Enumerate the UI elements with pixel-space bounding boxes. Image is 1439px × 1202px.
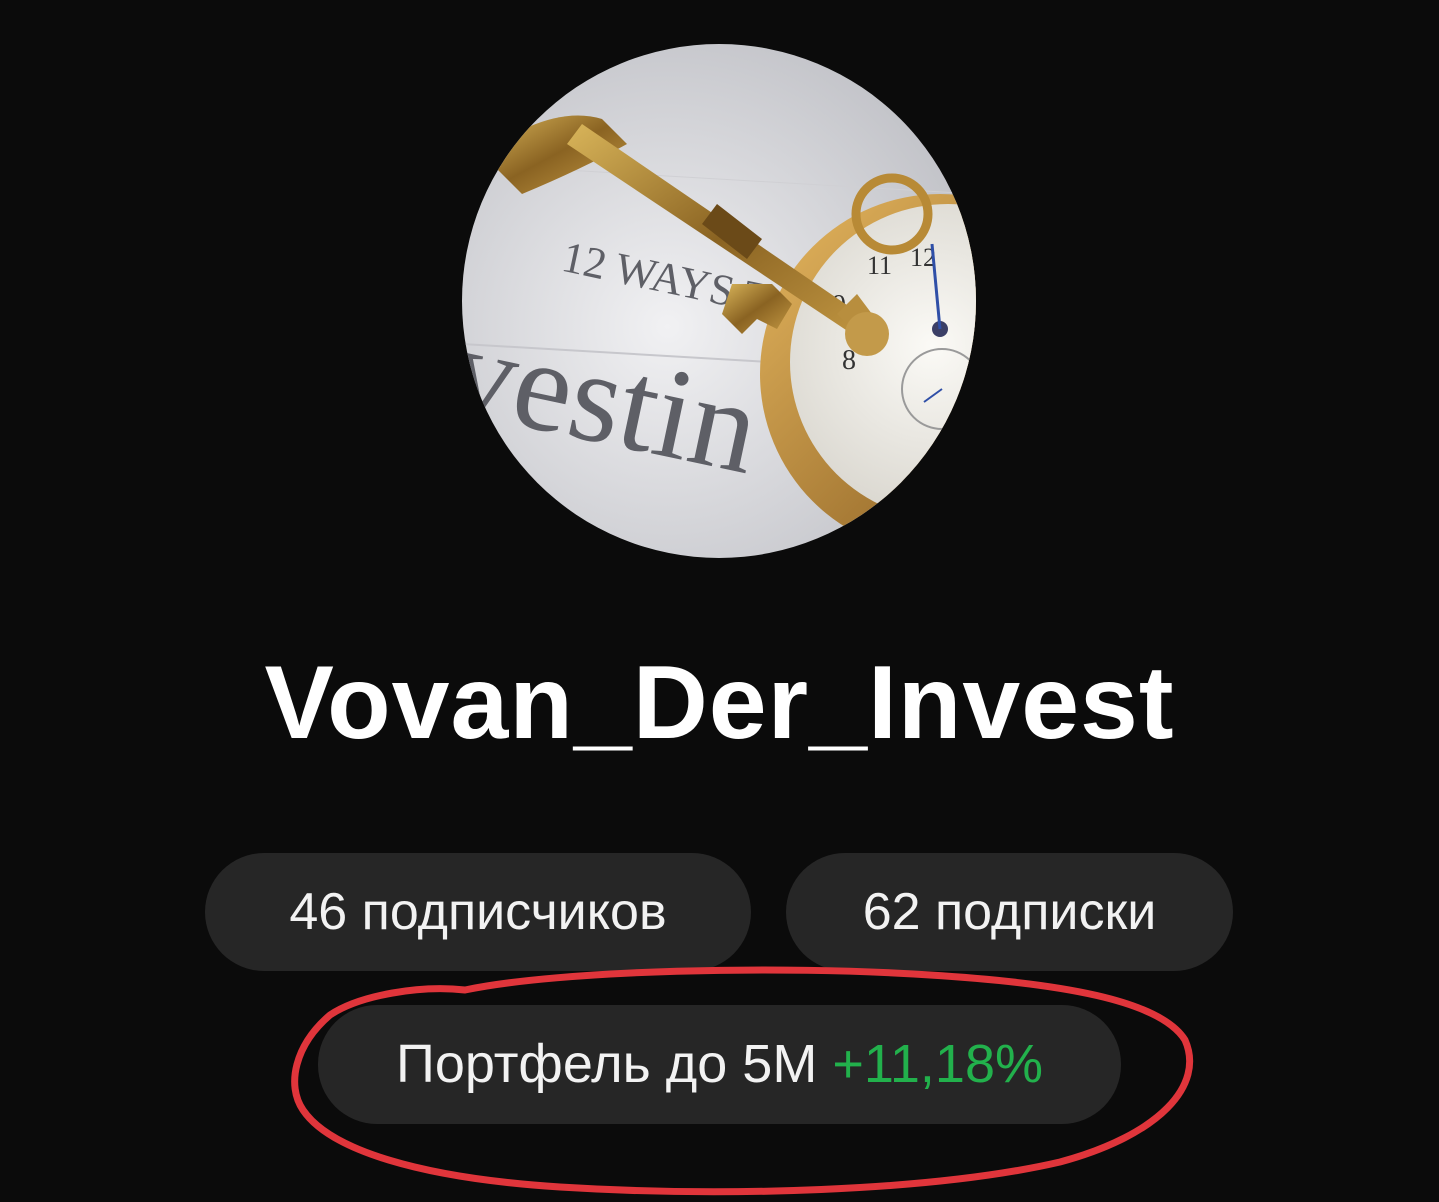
portfolio-label: Портфель до 5М [396, 1034, 818, 1094]
avatar[interactable]: 12 WAYS T vestin 9 8 11 12 [462, 44, 976, 558]
username: Vovan_Der_Invest [264, 645, 1175, 761]
following-button[interactable]: 62 подписки [786, 853, 1233, 971]
portfolio-gain: +11,18% [832, 1034, 1043, 1094]
following-label: 62 подписки [862, 883, 1157, 941]
followers-label: 46 подписчиков [289, 883, 667, 941]
avatar-photo: 12 WAYS T vestin 9 8 11 12 [462, 44, 976, 558]
portfolio-button[interactable]: Портфель до 5М +11,18% [318, 1005, 1121, 1124]
svg-text:11: 11 [867, 251, 892, 280]
followers-button[interactable]: 46 подписчиков [205, 853, 751, 971]
